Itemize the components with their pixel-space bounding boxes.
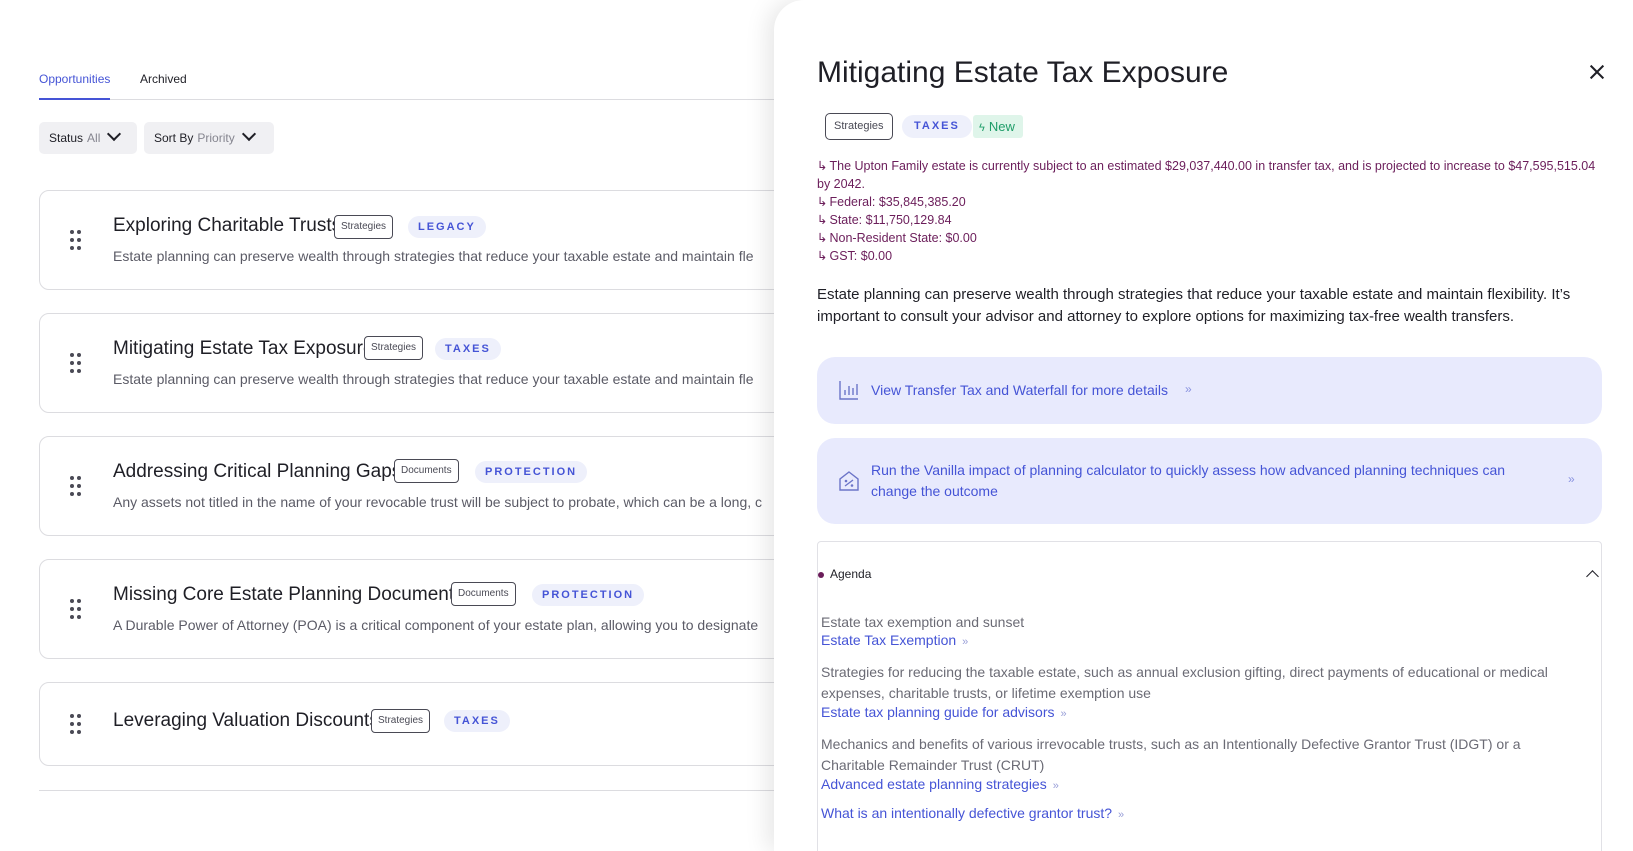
opportunities-panel: Opportunities Archived Status All Sort By… (0, 0, 819, 851)
card-description: Any assets not titled in the name of you… (113, 494, 763, 510)
return-arrow-icon: ↳ (817, 231, 828, 245)
category-badge: TAXES (435, 338, 501, 360)
tab-archived[interactable]: Archived (140, 70, 187, 100)
agenda-link-label: Estate Tax Exemption (821, 632, 957, 648)
tax-line: ↳ GST: $0.00 (817, 247, 1607, 265)
category-badge: TAXES (444, 710, 510, 732)
opportunity-card[interactable]: Addressing Critical Planning Gaps Docume… (39, 436, 819, 536)
type-chip: Strategies (364, 336, 424, 360)
status-filter[interactable]: Status All (39, 122, 137, 154)
close-icon[interactable] (1587, 62, 1607, 82)
agenda-link-label: Estate tax planning guide for advisors (821, 704, 1055, 720)
tax-line-text: The Upton Family estate is currently sub… (817, 159, 1596, 191)
double-chevron-right-icon: » (1060, 708, 1067, 720)
type-chip: Strategies (334, 215, 394, 239)
category-badge: PROTECTION (532, 584, 645, 606)
opportunity-card[interactable]: Mitigating Estate Tax Exposure Strategie… (39, 313, 819, 413)
type-chip: Documents (451, 582, 516, 606)
tab-opportunities[interactable]: Opportunities (39, 70, 111, 100)
chevron-up-icon[interactable] (1586, 570, 1599, 583)
tax-line-text: Non-Resident State: $0.00 (829, 231, 977, 245)
tax-line: ↳ Non-Resident State: $0.00 (817, 229, 1607, 247)
card-title: Mitigating Estate Tax Exposure (113, 338, 374, 359)
card-description: A Durable Power of Attorney (POA) is a c… (113, 617, 759, 633)
tab-bar: Opportunities Archived (39, 70, 799, 100)
bar-chart-icon (839, 381, 858, 400)
agenda-item-text: Strategies for reducing the taxable esta… (821, 664, 1548, 701)
tax-line: ↳ The Upton Family estate is currently su… (817, 157, 1607, 193)
agenda-link-label: Advanced estate planning strategies (821, 776, 1047, 792)
tax-line-text: Federal: $35,845,385.20 (829, 195, 966, 209)
category-badge: LEGACY (408, 216, 486, 238)
agenda-link[interactable]: What is an intentionally defective grant… (821, 803, 1124, 825)
opportunity-card[interactable]: Leveraging Valuation Discounts Strategie… (39, 682, 819, 766)
card-title: Addressing Critical Planning Gaps (113, 461, 402, 482)
new-badge: ϟ New (973, 115, 1023, 138)
drag-handle-icon[interactable] (69, 353, 83, 375)
impact-calculator-link[interactable]: Run the Vanilla impact of planning calcu… (817, 438, 1602, 524)
double-chevron-right-icon: » (962, 636, 969, 648)
return-arrow-icon: ↳ (817, 195, 828, 209)
tax-line-text: GST: $0.00 (829, 249, 893, 263)
drag-handle-icon[interactable] (69, 230, 83, 252)
sort-by-label: Sort By (154, 131, 194, 145)
drawer-title: Mitigating Estate Tax Exposure (817, 56, 1229, 89)
agenda-bullet (818, 572, 824, 578)
bolt-icon: ϟ (979, 122, 985, 134)
double-chevron-right-icon: » (1185, 382, 1192, 396)
status-filter-value: All (87, 131, 101, 145)
double-chevron-right-icon: » (1568, 472, 1575, 486)
tax-line: ↳ State: $11,750,129.84 (817, 211, 1607, 229)
card-description: Estate planning can preserve wealth thro… (113, 371, 754, 387)
double-chevron-right-icon: » (1118, 809, 1125, 821)
sort-by-filter[interactable]: Sort By Priority (144, 122, 274, 154)
category-badge: TAXES (902, 115, 972, 138)
drag-handle-icon[interactable] (69, 714, 83, 736)
card-title: Missing Core Estate Planning Documents (113, 584, 464, 605)
tax-line: ↳ Federal: $35,845,385.20 (817, 193, 1607, 211)
agenda-item-text: Mechanics and benefits of various irrevo… (821, 736, 1521, 773)
detail-drawer: Mitigating Estate Tax Exposure Strategie… (774, 0, 1633, 851)
status-filter-label: Status (49, 131, 84, 145)
type-chip: Documents (394, 459, 459, 483)
opportunity-card[interactable]: Missing Core Estate Planning Documents D… (39, 559, 819, 659)
impact-calculator-label: Run the Vanilla impact of planning calcu… (871, 462, 1506, 499)
agenda-link[interactable]: Estate tax planning guide for advisors » (821, 702, 1067, 724)
drawer-description: Estate planning can preserve wealth thro… (817, 286, 1571, 325)
return-arrow-icon: ↳ (817, 249, 828, 263)
drag-handle-icon[interactable] (69, 599, 83, 621)
double-chevron-right-icon: » (1052, 780, 1059, 792)
drag-handle-icon[interactable] (69, 476, 83, 498)
opportunity-card[interactable]: Exploring Charitable Trusts Strategies L… (39, 190, 819, 290)
card-title: Leveraging Valuation Discounts (113, 710, 379, 731)
agenda-link-label: What is an intentionally defective grant… (821, 805, 1113, 821)
calculator-icon (839, 471, 859, 491)
card-description: Estate planning can preserve wealth thro… (113, 248, 754, 264)
card-title: Exploring Charitable Trusts (113, 215, 342, 236)
new-badge-label: New (988, 119, 1015, 134)
category-badge: PROTECTION (475, 461, 588, 483)
agenda-link[interactable]: Advanced estate planning strategies » (821, 774, 1059, 796)
chevron-down-icon (107, 126, 122, 142)
chevron-down-icon (241, 126, 256, 142)
sort-by-value: Priority (197, 131, 235, 145)
return-arrow-icon: ↳ (817, 213, 828, 227)
view-transfer-tax-label: View Transfer Tax and Waterfall for more… (871, 382, 1168, 398)
view-transfer-tax-link[interactable]: View Transfer Tax and Waterfall for more… (817, 357, 1602, 424)
list-divider (39, 790, 799, 791)
agenda-label: Agenda (830, 567, 872, 581)
agenda-section: Agenda Estate tax exemption and sunset E… (817, 541, 1602, 851)
type-chip: Strategies (371, 709, 431, 733)
agenda-link[interactable]: Estate Tax Exemption » (821, 630, 968, 652)
tax-summary: ↳ The Upton Family estate is currently su… (817, 157, 1607, 265)
return-arrow-icon: ↳ (817, 159, 828, 173)
type-chip: Strategies (825, 113, 893, 140)
tax-line-text: State: $11,750,129.84 (829, 213, 952, 227)
